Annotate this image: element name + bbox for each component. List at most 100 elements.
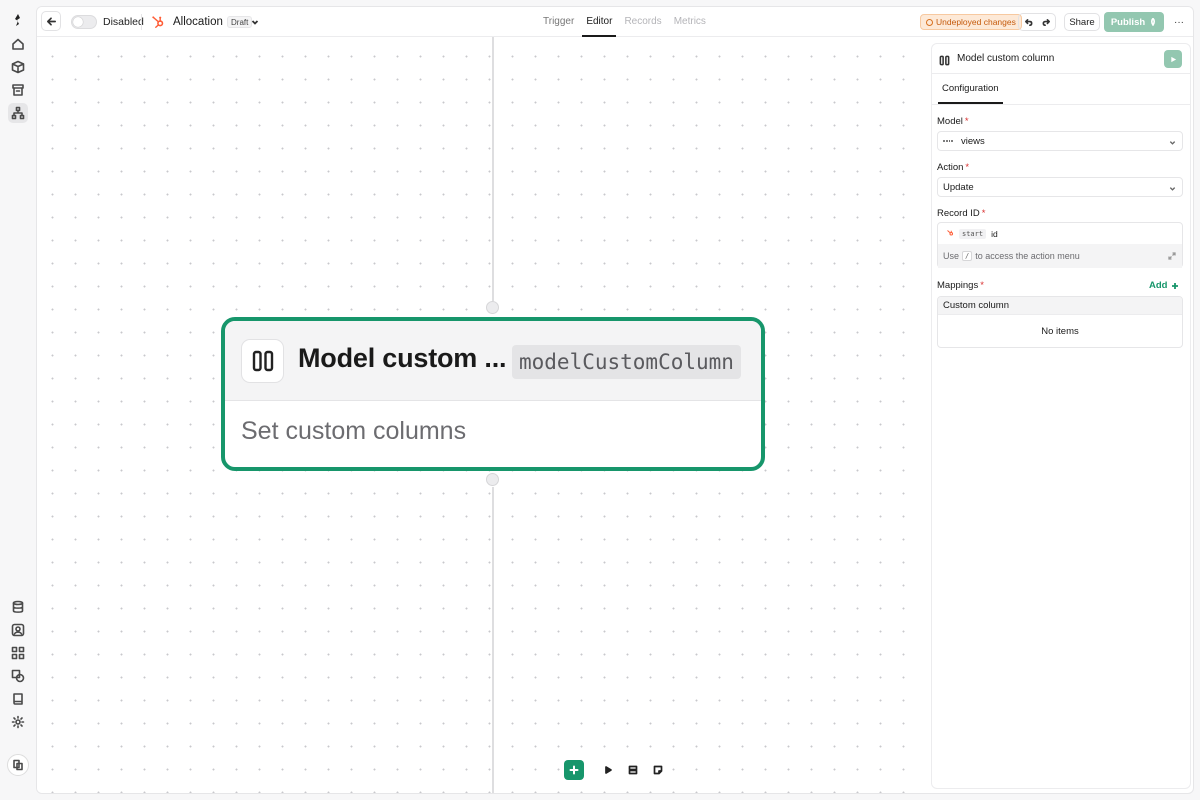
divider [932,104,1190,105]
undo-button[interactable] [1019,14,1037,30]
add-node-button[interactable] [564,760,584,780]
hubspot-icon [149,7,167,37]
hubspot-icon [946,229,954,239]
apps-grid-icon[interactable] [8,643,28,663]
action-label: Action * [937,162,969,173]
model-select[interactable]: views [937,131,1183,151]
hint-prefix: Use [943,251,960,261]
shapes-icon[interactable] [8,666,28,686]
node-input-handle[interactable] [486,301,499,314]
status-badge[interactable]: Draft [227,16,253,28]
add-mapping-label: Add [1149,280,1168,291]
mappings-label-text: Mappings [937,280,979,291]
redo-button[interactable] [1037,14,1055,30]
canvas-toolbar [564,758,668,782]
empty-state: No items [1041,326,1079,337]
sticky-note-icon [653,765,663,775]
add-mapping-button[interactable]: Add [1149,280,1179,291]
undeployed-label: Undeployed changes [936,17,1016,27]
mappings-label: Mappings * [937,280,984,291]
note-button[interactable] [648,760,668,780]
test-step-button[interactable] [1164,50,1182,68]
user-card-icon[interactable] [8,620,28,640]
hint-key: / [962,251,973,261]
back-button[interactable] [41,11,61,31]
node-key: modelCustomColumn [512,345,741,379]
model-label-text: Model [937,116,963,127]
toggle-label: Disabled [103,16,144,28]
stack-icon [628,765,638,775]
publish-label: Publish [1110,16,1146,28]
node-title: Model custom ... [298,343,507,373]
tab-configuration[interactable]: Configuration [938,74,1003,104]
arrow-left-icon [46,16,56,26]
publish-button[interactable]: Publish [1104,12,1164,32]
book-icon[interactable] [8,689,28,709]
panel-header: Model custom column [932,44,1190,74]
node-output-handle[interactable] [486,473,499,486]
required-marker: * [965,162,970,173]
columns-icon [241,339,284,383]
record-id-value[interactable]: start id [938,223,1182,244]
panel-title: Model custom column [957,53,1055,64]
action-label-text: Action [937,162,964,173]
mappings-table: Custom column No items [937,296,1183,348]
rocket-icon [1151,18,1156,26]
share-button[interactable]: Share [1064,13,1100,31]
action-select[interactable]: Update [937,177,1183,197]
hint-suffix: to access the action menu [975,251,1080,261]
redo-icon [1042,18,1050,26]
home-icon[interactable] [8,34,28,54]
more-options-button[interactable]: ··· [1170,13,1188,31]
record-id-label: Record ID * [937,208,985,219]
plus-icon [569,765,579,775]
undo-icon [1024,18,1032,26]
box-icon[interactable] [8,57,28,77]
required-marker: * [981,208,986,219]
node-description: Set custom columns [241,417,467,445]
warning-circle-icon [926,18,933,26]
left-rail [0,0,36,800]
chevron-down-icon[interactable] [251,7,261,37]
archive-icon[interactable] [8,80,28,100]
undeployed-badge[interactable]: Undeployed changes [920,14,1022,30]
expand-icon[interactable] [1168,252,1176,260]
history-controls [1018,13,1056,31]
main-frame: Disabled Allocation Draft Trigger Editor… [36,6,1194,794]
workflow-title[interactable]: Allocation [173,7,223,37]
node-header: Model custom ... modelCustomColumn [225,321,761,401]
settings-icon[interactable] [8,712,28,732]
variable-chip: start [959,228,987,239]
model-icon [943,138,953,144]
tab-editor[interactable]: Editor [582,7,617,37]
database-icon[interactable] [8,597,28,617]
top-bar: Disabled Allocation Draft Trigger Editor… [37,7,1193,37]
required-marker: * [980,280,984,291]
flow-canvas[interactable]: Model custom ... modelCustomColumn Set c… [37,37,925,793]
record-id-field[interactable]: start id Use / to access the action menu [937,222,1183,268]
layout-button[interactable] [623,760,643,780]
record-id-hint: Use / to access the action menu [938,244,1182,268]
columns-icon [939,53,951,66]
model-value: views [961,135,985,147]
plus-icon [1172,282,1179,289]
enable-toggle[interactable] [71,15,97,29]
run-button[interactable] [598,760,618,780]
edge-incoming [492,37,494,301]
required-marker: * [964,116,969,127]
record-id-label-text: Record ID [937,208,980,219]
divider [141,14,142,30]
tab-trigger[interactable]: Trigger [539,7,578,37]
variable-field: id [991,228,998,239]
workflow-node[interactable]: Model custom ... modelCustomColumn Set c… [221,317,765,471]
logo-icon[interactable] [8,10,28,30]
workflow-icon[interactable] [8,103,28,123]
play-icon [605,766,612,774]
tab-records[interactable]: Records [620,7,665,37]
workspace-icon[interactable] [7,754,29,776]
chevron-down-icon [1169,184,1176,191]
config-panel: Model custom column Configuration Model *… [931,43,1191,789]
action-value: Update [943,181,974,193]
tab-metrics[interactable]: Metrics [670,7,710,37]
column-header: Custom column [938,297,1182,315]
